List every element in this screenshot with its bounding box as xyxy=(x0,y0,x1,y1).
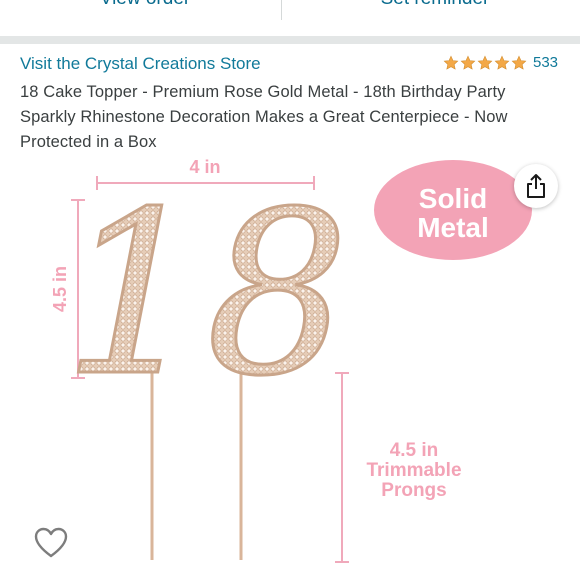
set-reminder-button[interactable]: Set reminder xyxy=(290,0,580,22)
wishlist-button[interactable] xyxy=(32,524,70,562)
prong-trimmable-label: Trimmable xyxy=(366,460,461,481)
product-image[interactable]: 4 in 4.5 in 18 4.5 in Trimmable Prongs S… xyxy=(0,150,580,580)
product-title: 18 Cake Topper - Premium Rose Gold Metal… xyxy=(20,83,508,151)
actions-divider xyxy=(281,0,282,20)
prong-dimension: 4.5 in Trimmable Prongs xyxy=(335,372,462,563)
order-actions-bar: View order Set reminder xyxy=(0,0,580,22)
rating-summary[interactable]: 533 xyxy=(443,54,558,71)
heart-icon xyxy=(34,527,68,558)
rating-count: 533 xyxy=(533,54,559,71)
star-icon xyxy=(494,55,510,70)
star-icon xyxy=(460,55,476,70)
cake-topper-18: 18 xyxy=(63,164,349,426)
star-rating xyxy=(443,55,527,71)
prong-length-label: 4.5 in xyxy=(390,440,439,461)
badge-metal: Metal xyxy=(417,212,489,243)
star-icon xyxy=(477,55,493,70)
view-order-button[interactable]: View order xyxy=(0,0,290,22)
share-button[interactable] xyxy=(514,164,558,208)
store-link[interactable]: Visit the Crystal Creations Store xyxy=(20,54,261,74)
share-icon xyxy=(527,174,545,198)
badge-solid: Solid xyxy=(419,183,487,214)
star-icon xyxy=(443,55,459,70)
prong-prongs-label: Prongs xyxy=(381,480,446,501)
star-icon xyxy=(511,55,527,70)
solid-metal-badge: Solid Metal xyxy=(374,160,532,260)
section-separator xyxy=(0,36,580,44)
